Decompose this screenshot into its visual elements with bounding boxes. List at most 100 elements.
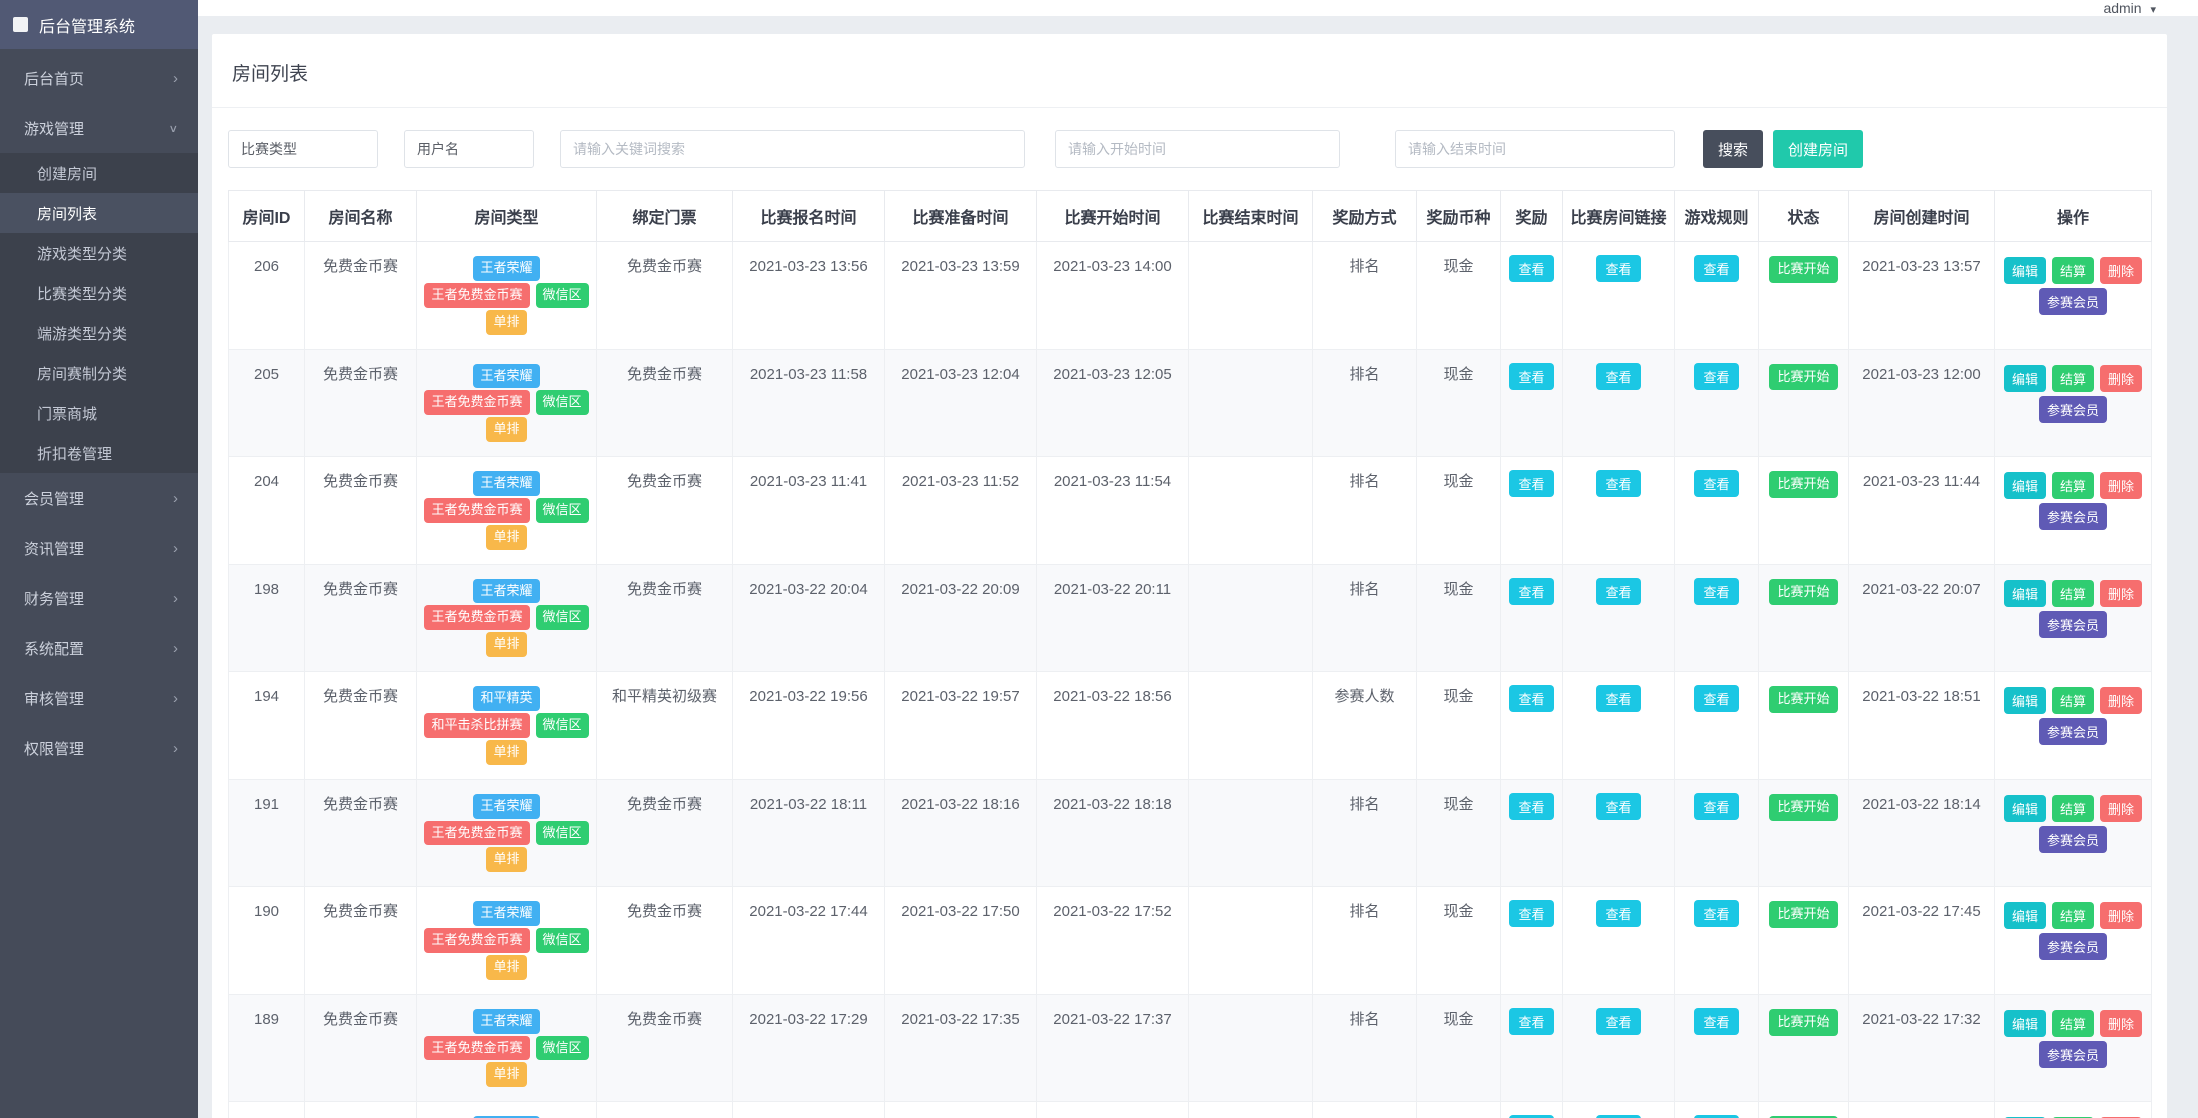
view-game-rules-button[interactable]: 查看 <box>1694 470 1739 498</box>
sidebar-item-permission-management[interactable]: 权限管理 › <box>0 723 198 773</box>
sidebar-item-game-management[interactable]: 游戏管理 ∨ <box>0 103 198 153</box>
table-header-row: 房间ID 房间名称 房间类型 绑定门票 比赛报名时间 比赛准备时间 比赛开始时间 比赛结束时间… <box>228 190 2152 242</box>
sidebar-item-info-management[interactable]: 资讯管理 › <box>0 523 198 573</box>
cell-created-time: 2021-03-22 20:07 <box>1848 563 1995 673</box>
members-button[interactable]: 参赛会员 <box>2038 288 2107 315</box>
delete-button[interactable]: 删除 <box>2100 902 2143 930</box>
delete-button[interactable]: 删除 <box>2100 687 2143 715</box>
view-reward-button[interactable]: 查看 <box>1509 362 1554 390</box>
view-game-rules-button[interactable]: 查看 <box>1694 255 1739 282</box>
delete-button[interactable]: 删除 <box>2100 579 2143 607</box>
delete-button[interactable]: 删除 <box>2100 364 2143 392</box>
submenu-item-ticket-mall[interactable]: 门票商城 <box>0 393 198 433</box>
submenu-item-match-type-category[interactable]: 比赛类型分类 <box>0 273 198 313</box>
cell-actions: 编辑结算删除参赛会员 <box>1994 778 2152 888</box>
settle-button[interactable]: 结算 <box>2051 364 2094 392</box>
edit-button[interactable]: 编辑 <box>2003 579 2046 607</box>
submenu-item-client-game-category[interactable]: 端游类型分类 <box>0 313 198 353</box>
cell-room-id: 198 <box>228 563 305 673</box>
settle-button[interactable]: 结算 <box>2051 902 2094 930</box>
members-button[interactable]: 参赛会员 <box>2038 825 2107 853</box>
delete-button[interactable]: 删除 <box>2100 257 2143 284</box>
cell-ready-time: 2021-03-23 12:04 <box>884 348 1037 458</box>
create-room-button[interactable]: 创建房间 <box>1773 130 1864 168</box>
sidebar-item-finance-management[interactable]: 财务管理 › <box>0 573 198 623</box>
view-room-link-button[interactable]: 查看 <box>1596 792 1641 820</box>
room-type-badge: 单排 <box>486 417 527 443</box>
delete-button[interactable]: 删除 <box>2100 472 2143 500</box>
cell-end-time <box>1188 456 1313 565</box>
view-reward-button[interactable]: 查看 <box>1509 255 1554 282</box>
submenu-item-room-list[interactable]: 房间列表 <box>0 193 198 233</box>
sidebar-item-dashboard[interactable]: 后台首页 › <box>0 53 198 103</box>
settle-button[interactable]: 结算 <box>2051 579 2094 607</box>
view-reward-button[interactable]: 查看 <box>1509 470 1554 498</box>
sidebar-item-audit-management[interactable]: 审核管理 › <box>0 673 198 723</box>
cell-ready-time: 2021-03-22 20:09 <box>884 563 1037 673</box>
members-button[interactable]: 参赛会员 <box>2038 933 2107 961</box>
settle-button[interactable]: 结算 <box>2051 257 2094 284</box>
end-time-input[interactable] <box>1395 130 1675 168</box>
submenu-item-create-room[interactable]: 创建房间 <box>0 153 198 193</box>
edit-button[interactable]: 编辑 <box>2003 472 2046 500</box>
view-game-rules-button[interactable]: 查看 <box>1694 362 1739 390</box>
view-game-rules-button[interactable]: 查看 <box>1694 577 1739 605</box>
members-button[interactable]: 参赛会员 <box>2038 503 2107 531</box>
edit-button[interactable]: 编辑 <box>2003 257 2046 284</box>
view-game-rules-button[interactable]: 查看 <box>1694 792 1739 820</box>
settle-button[interactable]: 结算 <box>2051 794 2094 822</box>
nav-label: 创建房间 <box>37 165 98 183</box>
submenu-item-discount-coupon[interactable]: 折扣卷管理 <box>0 433 198 473</box>
cell-ticket: 免费金币赛 <box>596 886 733 995</box>
cell-created-time: 2021-03-23 11:44 <box>1848 456 1995 565</box>
nav-label: 权限管理 <box>24 740 85 758</box>
edit-button[interactable]: 编辑 <box>2003 1009 2046 1037</box>
edit-button[interactable]: 编辑 <box>2003 687 2046 715</box>
cell-status: 比赛开始 <box>1758 993 1849 1103</box>
sidebar-item-member-management[interactable]: 会员管理 › <box>0 473 198 523</box>
view-room-link-button[interactable]: 查看 <box>1596 577 1641 605</box>
edit-button[interactable]: 编辑 <box>2003 902 2046 930</box>
room-type-badge: 微信区 <box>535 712 589 738</box>
edit-button[interactable]: 编辑 <box>2003 794 2046 822</box>
view-reward-button[interactable]: 查看 <box>1509 900 1554 928</box>
edit-button[interactable]: 编辑 <box>2003 364 2046 392</box>
view-game-rules-button[interactable]: 查看 <box>1694 1007 1739 1035</box>
delete-button[interactable]: 删除 <box>2100 794 2143 822</box>
view-room-link-button[interactable]: 查看 <box>1596 1007 1641 1035</box>
view-reward-button[interactable]: 查看 <box>1509 577 1554 605</box>
members-button[interactable]: 参赛会员 <box>2038 718 2107 746</box>
view-room-link-button[interactable]: 查看 <box>1596 362 1641 390</box>
keyword-input[interactable] <box>560 130 1025 168</box>
view-game-rules-button[interactable]: 查看 <box>1694 900 1739 928</box>
settle-button[interactable]: 结算 <box>2051 687 2094 715</box>
submenu-item-room-format-category[interactable]: 房间赛制分类 <box>0 353 198 393</box>
room-type-badge: 王者免费金币赛 <box>424 1035 530 1061</box>
view-room-link-button[interactable]: 查看 <box>1596 255 1641 282</box>
chevron-right-icon: › <box>173 739 178 757</box>
settle-button[interactable]: 结算 <box>2051 1009 2094 1037</box>
view-game-rules-button[interactable]: 查看 <box>1694 685 1739 713</box>
view-room-link-button[interactable]: 查看 <box>1596 900 1641 928</box>
view-reward-button[interactable]: 查看 <box>1509 1007 1554 1035</box>
members-button[interactable]: 参赛会员 <box>2038 395 2107 423</box>
settle-button[interactable]: 结算 <box>2051 472 2094 500</box>
search-button[interactable]: 搜索 <box>1703 130 1764 168</box>
view-reward-button[interactable]: 查看 <box>1509 685 1554 713</box>
cell-ticket: 和平精英初级赛 <box>596 671 733 780</box>
view-room-link-button[interactable]: 查看 <box>1596 470 1641 498</box>
app-title: 后台管理系统 <box>39 18 136 36</box>
admin-dropdown[interactable]: admin ▾ <box>2103 0 2156 16</box>
start-time-input[interactable] <box>1055 130 1340 168</box>
cell-signup-time: 2021-03-23 11:58 <box>732 348 885 458</box>
members-button[interactable]: 参赛会员 <box>2038 610 2107 638</box>
submenu-item-game-type-category[interactable]: 游戏类型分类 <box>0 233 198 273</box>
members-button[interactable]: 参赛会员 <box>2038 1040 2107 1068</box>
delete-button[interactable]: 删除 <box>2100 1009 2143 1037</box>
view-room-link-button[interactable]: 查看 <box>1596 685 1641 713</box>
nav-label: 游戏类型分类 <box>37 245 128 263</box>
view-reward-button[interactable]: 查看 <box>1509 792 1554 820</box>
username-select[interactable] <box>404 130 534 168</box>
sidebar-item-system-config[interactable]: 系统配置 › <box>0 623 198 673</box>
match-type-select[interactable] <box>228 130 378 168</box>
